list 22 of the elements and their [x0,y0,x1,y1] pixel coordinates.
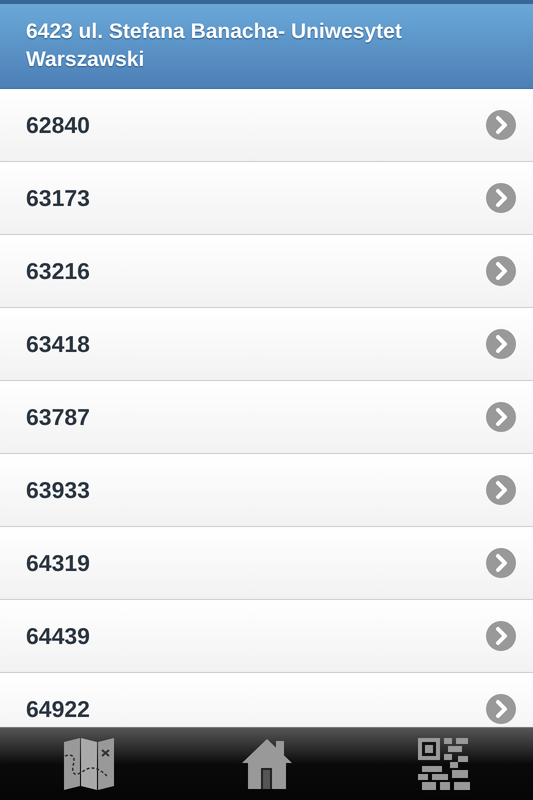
item-label: 63787 [26,404,90,430]
qr-code-icon [418,738,470,790]
chevron-icon [486,621,516,651]
chevron-icon [486,110,516,140]
item-label: 63933 [26,476,90,504]
home-icon [240,738,292,790]
map-icon [62,738,115,790]
item-label: 64922 [26,696,90,722]
item-label: 63216 [26,258,90,284]
chevron-icon [486,475,516,505]
item-label: 64319 [26,550,90,576]
chevron-icon [486,548,516,578]
chevron-icon [486,694,516,724]
page-title: 6423 ul. Stefana Banacha- Uniwesytet Warszawski [26,19,403,73]
chevron-icon [486,183,516,213]
chevron-icon [486,402,516,432]
item-label: 63418 [26,330,90,358]
item-label: 62840 [26,112,90,138]
chevron-icon [486,256,516,286]
item-label: 63173 [26,184,90,212]
item-label: 64439 [26,622,90,650]
chevron-icon [486,329,516,359]
